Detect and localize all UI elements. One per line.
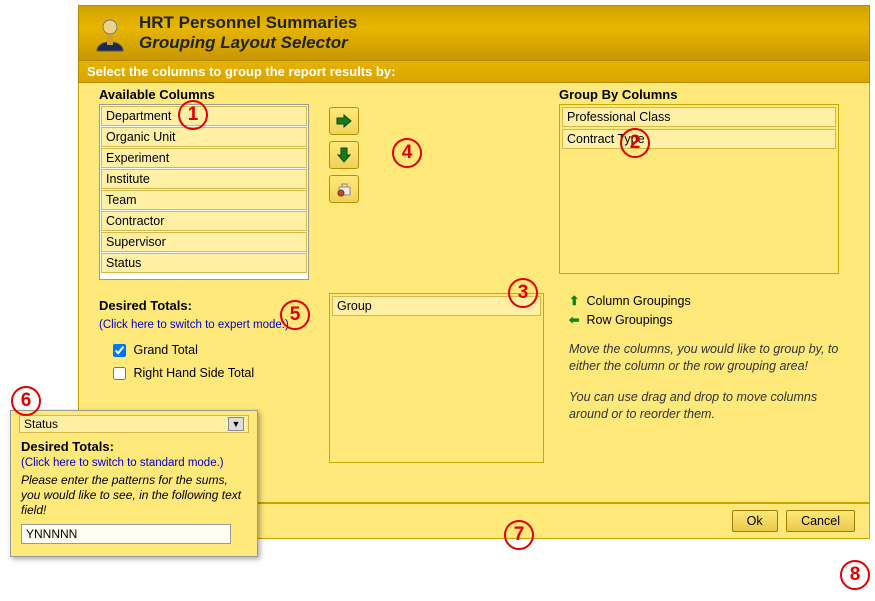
list-item[interactable]: Contract Type xyxy=(562,129,836,149)
list-item[interactable]: Institute xyxy=(101,169,307,189)
list-item[interactable]: Experiment xyxy=(101,148,307,168)
list-item[interactable]: Status xyxy=(101,253,307,273)
groupby-section: Group By Columns Professional Class Cont… xyxy=(559,87,839,274)
groupby-title: Group By Columns xyxy=(559,87,839,102)
expert-mode-popup: Status ▼ Desired Totals: (Click here to … xyxy=(10,410,258,557)
standard-mode-link[interactable]: (Click here to switch to standard mode.) xyxy=(21,457,247,469)
reset-button[interactable] xyxy=(329,175,359,203)
ok-button[interactable]: Ok xyxy=(732,510,778,532)
instruction-bar: Select the columns to group the report r… xyxy=(78,61,870,83)
column-groupings-label: Column Groupings xyxy=(586,294,690,308)
callout-2: 2 xyxy=(620,128,650,158)
callout-5: 5 xyxy=(280,300,310,330)
expert-popup-header: Status ▼ xyxy=(19,415,249,433)
transfer-button-column xyxy=(329,107,369,209)
row-groupings-label: Row Groupings xyxy=(586,313,672,327)
rhs-total-label: Right Hand Side Total xyxy=(133,366,254,380)
list-item[interactable]: Team xyxy=(101,190,307,210)
title-bar: HRT Personnel Summaries Grouping Layout … xyxy=(78,5,870,61)
title-line-1: HRT Personnel Summaries xyxy=(139,13,357,33)
hint-text-1: Move the columns, you would like to grou… xyxy=(569,341,839,375)
expert-instructions: Please enter the patterns for the sums, … xyxy=(21,473,247,518)
callout-1: 1 xyxy=(178,100,208,130)
title-texts: HRT Personnel Summaries Grouping Layout … xyxy=(139,13,357,53)
groupby-list[interactable]: Professional Class Contract Type xyxy=(559,104,839,274)
move-right-button[interactable] xyxy=(329,107,359,135)
title-line-2: Grouping Layout Selector xyxy=(139,33,357,53)
expert-totals-title: Desired Totals: xyxy=(21,439,247,454)
callout-8: 8 xyxy=(840,560,870,590)
list-item[interactable]: Organic Unit xyxy=(101,127,307,147)
callout-4: 4 xyxy=(392,138,422,168)
left-arrow-icon: ⬅ xyxy=(569,312,583,327)
hint-text-2: You can use drag and drop to move column… xyxy=(569,389,839,423)
callout-7: 7 xyxy=(504,520,534,550)
pattern-input[interactable] xyxy=(21,524,231,544)
list-item[interactable]: Supervisor xyxy=(101,232,307,252)
list-item[interactable]: Contractor xyxy=(101,211,307,231)
up-arrow-icon: ⬆ xyxy=(569,293,583,308)
grouping-legend: ⬆ Column Groupings ⬅ Row Groupings Move … xyxy=(569,293,839,423)
row-grouping-box[interactable]: Group xyxy=(329,293,544,463)
available-columns-list[interactable]: Department Organic Unit Experiment Insti… xyxy=(99,104,309,280)
cancel-button[interactable]: Cancel xyxy=(786,510,855,532)
grand-total-label: Grand Total xyxy=(133,343,197,357)
rhs-total-row: Right Hand Side Total xyxy=(109,364,319,383)
move-down-button[interactable] xyxy=(329,141,359,169)
expert-popup-status-label: Status xyxy=(24,417,58,431)
rhs-total-checkbox[interactable] xyxy=(113,367,126,380)
dropdown-icon[interactable]: ▼ xyxy=(228,417,244,431)
expert-mode-link[interactable]: (Click here to switch to expert mode.) xyxy=(99,319,289,331)
column-groupings-legend: ⬆ Column Groupings xyxy=(569,293,839,308)
desired-totals-title: Desired Totals: xyxy=(99,298,192,313)
list-item[interactable]: Professional Class xyxy=(562,107,836,127)
grand-total-checkbox[interactable] xyxy=(113,344,126,357)
available-columns-title: Available Columns xyxy=(99,87,309,102)
avatar-icon xyxy=(89,12,131,54)
callout-3: 3 xyxy=(508,278,538,308)
callout-6: 6 xyxy=(11,386,41,416)
grand-total-row: Grand Total xyxy=(109,341,319,360)
row-groupings-legend: ⬅ Row Groupings xyxy=(569,312,839,327)
